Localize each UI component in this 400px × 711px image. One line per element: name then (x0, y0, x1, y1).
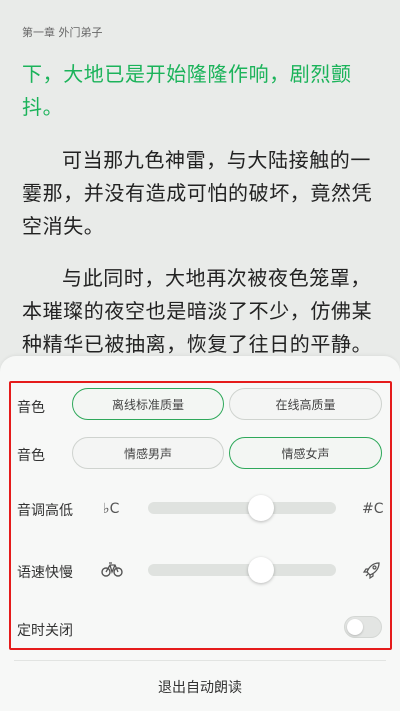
exit-auto-read-button[interactable]: 退出自动朗读 (0, 662, 400, 711)
highlight-frame (9, 381, 392, 650)
highlighted-reading-text: 下，大地已是开始隆隆作响，剧烈颤抖。 (22, 62, 352, 119)
paragraph-text: 可当那九色神雷，与大陆接触的一霎那，并没有造成可怕的破坏，竟然凭空消失。 (22, 148, 373, 238)
divider (14, 660, 386, 661)
paragraph-text: 与此同时，大地再次被夜色笼罩，本璀璨的夜空也是暗淡了不少，仿佛某种精华已被抽离，… (22, 266, 373, 356)
chapter-title: 第一章 外门弟子 (22, 26, 103, 39)
